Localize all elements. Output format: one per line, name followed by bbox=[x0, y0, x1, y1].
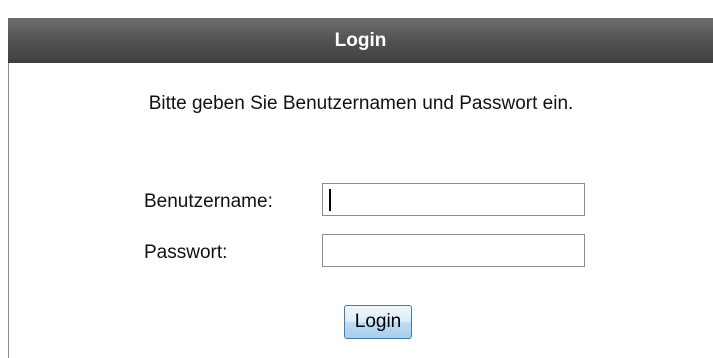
password-label: Passwort: bbox=[144, 242, 228, 263]
login-panel: Login Bitte geben Sie Benutzernamen und … bbox=[0, 0, 713, 358]
password-field[interactable] bbox=[322, 234, 585, 267]
instruction-text: Bitte geben Sie Benutzernamen und Passwo… bbox=[148, 93, 574, 114]
text-caret bbox=[329, 189, 331, 211]
login-button[interactable]: Login bbox=[344, 305, 412, 339]
username-label: Benutzername: bbox=[144, 191, 273, 212]
panel-title: Login bbox=[334, 29, 387, 51]
username-field[interactable] bbox=[322, 183, 585, 216]
panel-header: Login bbox=[8, 18, 713, 63]
